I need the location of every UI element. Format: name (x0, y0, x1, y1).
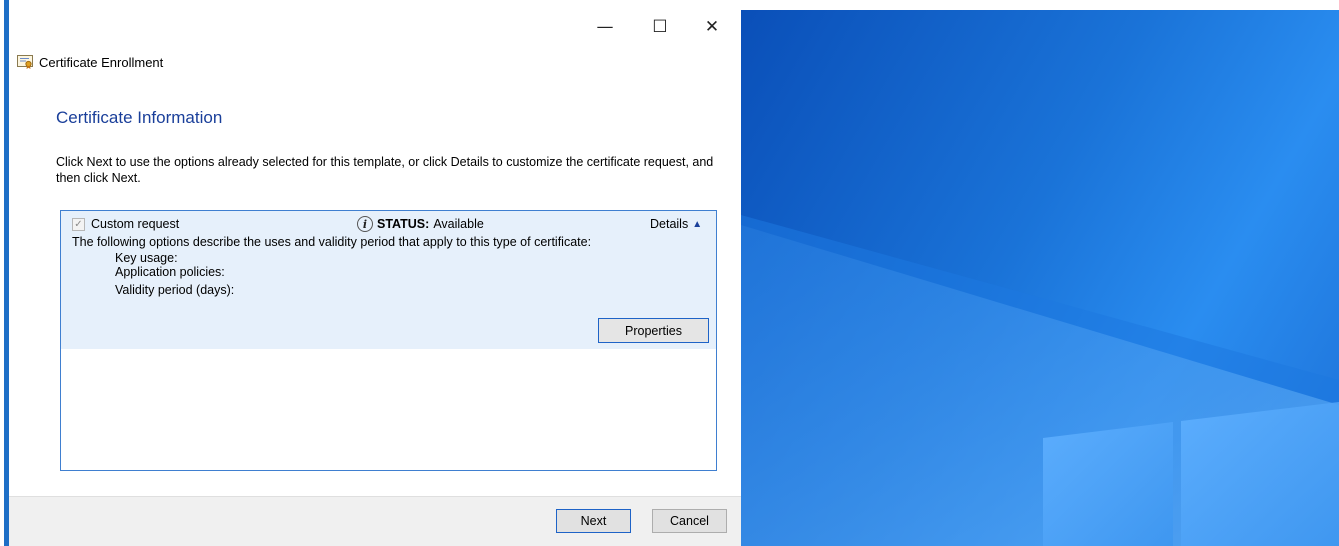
page-title: Certificate Information (56, 108, 223, 127)
application-policies-label: Application policies: (115, 265, 225, 279)
minimize-button[interactable]: — (590, 12, 620, 42)
windows-logo-wallpaper (741, 215, 1339, 546)
template-item-custom-request[interactable]: ✓ Custom request i STATUS: Available Det… (61, 211, 716, 349)
window-title-bar: Certificate Enrollment (17, 52, 163, 72)
chevron-up-icon: ▲ (692, 218, 703, 230)
info-icon: i (357, 216, 373, 232)
cancel-button[interactable]: Cancel (652, 509, 727, 533)
template-description: The following options describe the uses … (72, 235, 592, 249)
template-checkbox[interactable]: ✓ (72, 218, 85, 231)
close-button[interactable]: ✕ (697, 12, 727, 42)
template-status: i STATUS: Available (357, 216, 484, 232)
instructions-text: Click Next to use the options already se… (56, 155, 714, 185)
template-name: Custom request (91, 217, 180, 231)
maximize-button[interactable]: ☐ (645, 12, 675, 42)
certificate-icon (17, 55, 33, 69)
status-label: STATUS: (377, 217, 430, 231)
key-usage-label: Key usage: (115, 251, 178, 265)
window-left-accent (4, 0, 9, 546)
validity-period-label: Validity period (days): (115, 283, 235, 297)
properties-button[interactable]: Properties (598, 318, 709, 343)
status-value: Available (433, 217, 484, 231)
next-button[interactable]: Next (556, 509, 631, 533)
desktop-wallpaper (741, 10, 1339, 546)
details-toggle[interactable]: Details ▲ (650, 217, 702, 231)
dialog-footer: Next Cancel (9, 496, 741, 546)
window-title: Certificate Enrollment (39, 54, 164, 70)
details-label: Details (650, 217, 689, 231)
certificate-template-list[interactable]: ✓ Custom request i STATUS: Available Det… (60, 210, 717, 471)
certificate-enrollment-window: — ☐ ✕ Certificate Enrollment Certificate… (0, 0, 741, 546)
